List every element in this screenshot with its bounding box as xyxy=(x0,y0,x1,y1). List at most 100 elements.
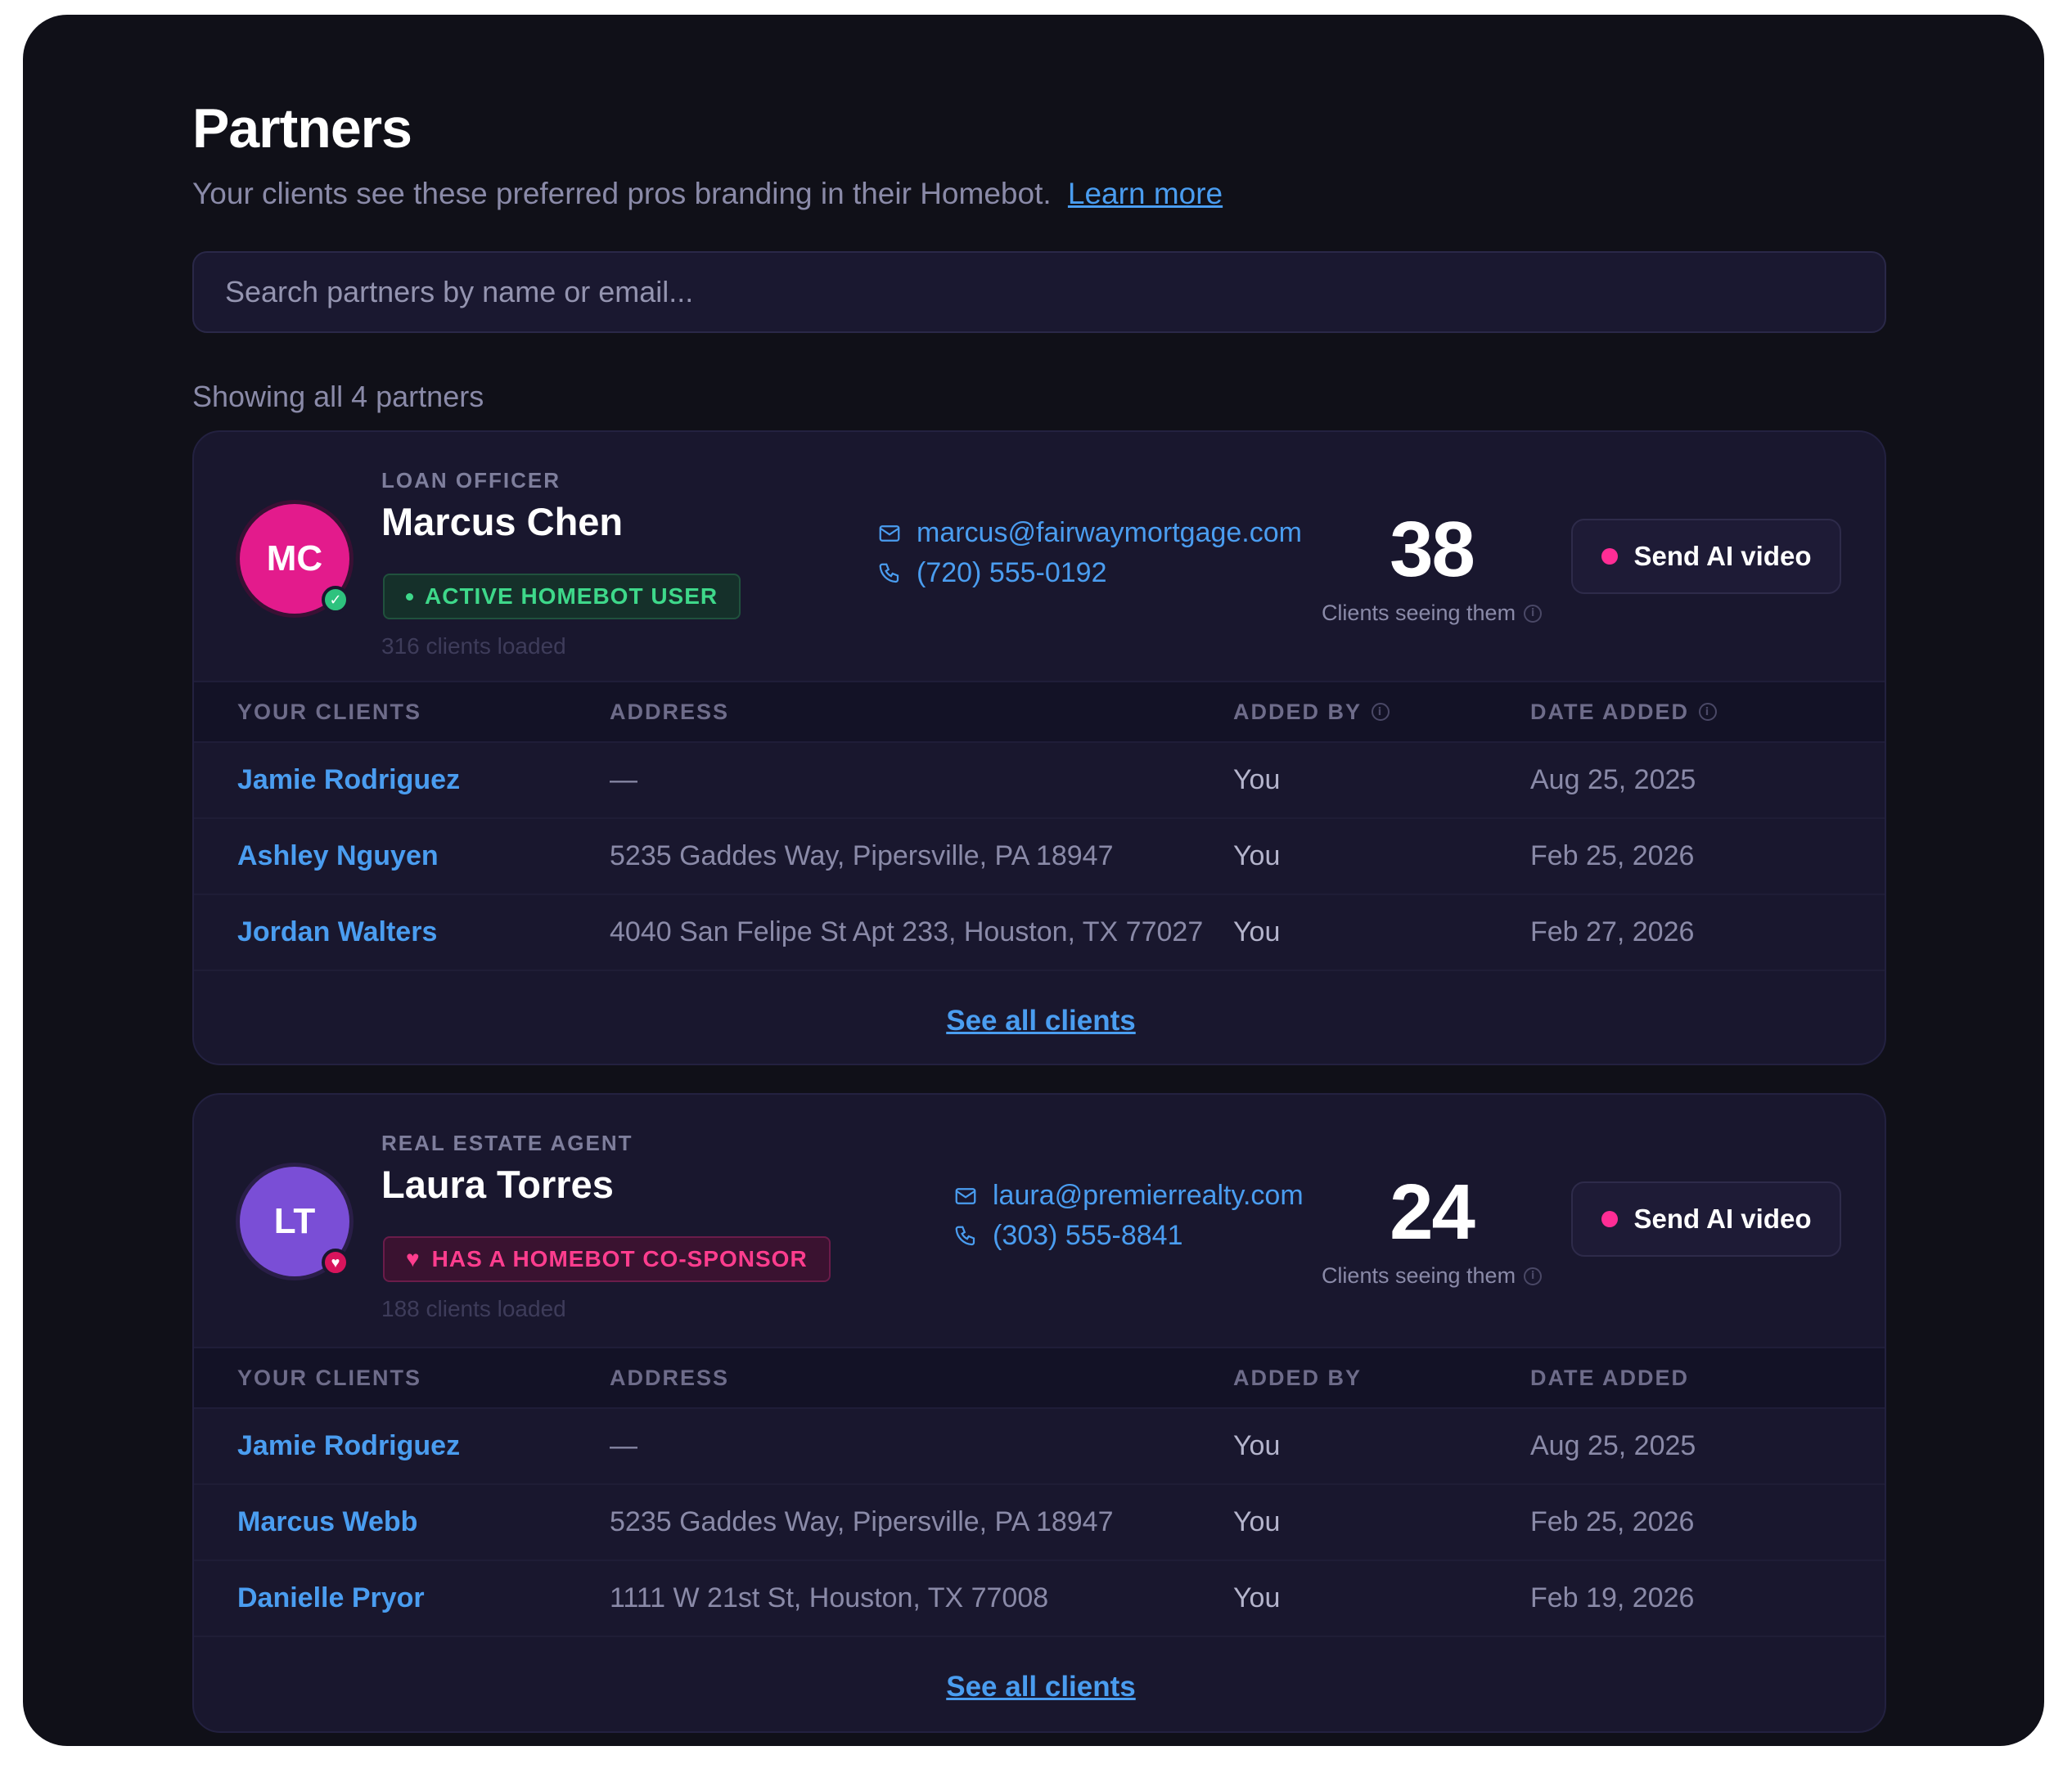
client-name-link[interactable]: Jamie Rodriguez xyxy=(237,743,460,817)
client-address: — xyxy=(610,1430,637,1461)
column-header-added-by: ADDED BY xyxy=(1233,1365,1363,1390)
clients-seeing-label-text: Clients seeing them xyxy=(1321,1263,1516,1288)
client-added-by: You xyxy=(1233,1430,1281,1461)
added-by-label: ADDED BY xyxy=(1233,699,1363,724)
client-date-added: Feb 25, 2026 xyxy=(1530,1506,1695,1537)
partner-card: LT ♥ REAL ESTATE AGENT Laura Torres ♥ HA… xyxy=(192,1093,1886,1733)
client-name-link[interactable]: Marcus Webb xyxy=(237,1485,417,1559)
app-window: Partners Your clients see these preferre… xyxy=(23,15,2044,1746)
column-header-clients: YOUR CLIENTS xyxy=(237,699,422,724)
avatar-initials: MC xyxy=(266,538,323,578)
partner-count: Showing all 4 partners xyxy=(192,380,484,413)
mail-icon xyxy=(955,1187,976,1204)
client-added-by: You xyxy=(1233,840,1281,871)
search-box xyxy=(192,251,1886,333)
client-address: 4040 San Felipe St Apt 233, Houston, TX … xyxy=(610,916,1204,947)
partner-card: MC ✓ LOAN OFFICER Marcus Chen ACTIVE HOM… xyxy=(192,430,1886,1065)
status-dot-icon xyxy=(406,592,413,601)
client-name-link[interactable]: Ashley Nguyen xyxy=(237,819,439,893)
contact-info: marcus@fairwaymortgage.com (720) 555-019… xyxy=(877,517,1302,589)
page-title: Partners xyxy=(192,97,412,160)
status-badge: ♥ HAS A HOMEBOT CO-SPONSOR xyxy=(383,1236,831,1282)
clients-loaded: 316 clients loaded xyxy=(381,633,566,659)
see-all-clients-link[interactable]: See all clients xyxy=(194,1671,1885,1703)
info-icon[interactable]: i xyxy=(1699,703,1717,721)
table-row: Jordan Walters 4040 San Felipe St Apt 23… xyxy=(194,895,1885,971)
table-row: Ashley Nguyen 5235 Gaddes Way, Pipersvil… xyxy=(194,819,1885,895)
clients-seeing-count: 24 xyxy=(1390,1168,1475,1256)
date-added-label: DATE ADDED xyxy=(1530,699,1689,724)
clients-table-header: YOUR CLIENTS ADDRESS ADDED BY i DATE ADD… xyxy=(194,681,1885,743)
table-row: Jamie Rodriguez — You Aug 25, 2025 xyxy=(194,743,1885,819)
table-row: Marcus Webb 5235 Gaddes Way, Pipersville… xyxy=(194,1485,1885,1561)
client-date-added: Feb 25, 2026 xyxy=(1530,840,1695,871)
partner-role: LOAN OFFICER xyxy=(381,468,561,493)
email-link[interactable]: laura@premierrealty.com xyxy=(953,1180,1304,1212)
email-link[interactable]: marcus@fairwaymortgage.com xyxy=(877,517,1302,549)
client-date-added: Feb 27, 2026 xyxy=(1530,916,1695,947)
client-address: 5235 Gaddes Way, Pipersville, PA 18947 xyxy=(610,1506,1114,1537)
clients-seeing-stat: 38 Clients seeing them i xyxy=(1307,511,1556,626)
table-row: Jamie Rodriguez — You Aug 25, 2025 xyxy=(194,1409,1885,1485)
status-badge: ACTIVE HOMEBOT USER xyxy=(383,574,741,619)
check-icon: ✓ xyxy=(322,586,349,614)
client-added-by: You xyxy=(1233,1582,1281,1613)
email-text: marcus@fairwaymortgage.com xyxy=(917,517,1302,548)
clients-table-header: YOUR CLIENTS ADDRESS ADDED BY DATE ADDED xyxy=(194,1347,1885,1409)
client-date-added: Feb 19, 2026 xyxy=(1530,1582,1695,1613)
subtitle-text: Your clients see these preferred pros br… xyxy=(192,177,1052,210)
table-row: Danielle Pryor 1111 W 21st St, Houston, … xyxy=(194,1561,1885,1637)
column-header-address: ADDRESS xyxy=(610,1365,730,1390)
partner-name: Marcus Chen xyxy=(381,500,624,543)
client-added-by: You xyxy=(1233,764,1281,795)
column-header-address: ADDRESS xyxy=(610,699,730,724)
client-date-added: Aug 25, 2025 xyxy=(1530,1430,1696,1461)
mail-icon xyxy=(879,524,900,542)
contact-info: laura@premierrealty.com (303) 555-8841 xyxy=(953,1180,1304,1252)
clients-seeing-label: Clients seeing them i xyxy=(1307,1263,1556,1289)
send-ai-video-button[interactable]: Send AI video xyxy=(1571,1181,1841,1257)
avatar: LT ♥ xyxy=(240,1167,349,1276)
partner-role: REAL ESTATE AGENT xyxy=(381,1131,633,1155)
client-added-by: You xyxy=(1233,1506,1281,1537)
client-name-link[interactable]: Danielle Pryor xyxy=(237,1561,425,1636)
column-header-date-added: DATE ADDED i xyxy=(1530,682,1717,741)
learn-more-link[interactable]: Learn more xyxy=(1068,177,1223,210)
phone-link[interactable]: (720) 555-0192 xyxy=(877,557,1302,589)
column-header-date-added: DATE ADDED xyxy=(1530,1365,1689,1390)
client-address: 5235 Gaddes Way, Pipersville, PA 18947 xyxy=(610,840,1114,871)
phone-icon xyxy=(955,1226,975,1245)
send-ai-video-label: Send AI video xyxy=(1633,1204,1812,1234)
client-name-link[interactable]: Jordan Walters xyxy=(237,895,437,970)
search-input[interactable] xyxy=(194,253,1885,331)
record-dot-icon xyxy=(1601,548,1618,565)
client-name-link[interactable]: Jamie Rodriguez xyxy=(237,1409,460,1483)
avatar: MC ✓ xyxy=(240,504,349,614)
info-icon[interactable]: i xyxy=(1524,604,1543,623)
send-ai-video-button[interactable]: Send AI video xyxy=(1571,519,1841,594)
heart-icon: ♥ xyxy=(322,1249,349,1276)
send-ai-video-label: Send AI video xyxy=(1633,541,1812,571)
phone-text: (720) 555-0192 xyxy=(917,557,1107,588)
status-badge-label: ACTIVE HOMEBOT USER xyxy=(425,583,718,609)
column-header-clients: YOUR CLIENTS xyxy=(237,1365,422,1390)
client-date-added: Aug 25, 2025 xyxy=(1530,764,1696,795)
page-subtitle: Your clients see these preferred pros br… xyxy=(192,177,1223,211)
see-all-clients-link[interactable]: See all clients xyxy=(194,1005,1885,1037)
heart-icon: ♥ xyxy=(406,1246,421,1271)
clients-loaded: 188 clients loaded xyxy=(381,1296,566,1321)
clients-seeing-count: 38 xyxy=(1390,506,1475,593)
phone-text: (303) 555-8841 xyxy=(993,1220,1183,1251)
info-icon[interactable]: i xyxy=(1524,1267,1543,1285)
email-text: laura@premierrealty.com xyxy=(993,1180,1304,1211)
client-added-by: You xyxy=(1233,916,1281,947)
clients-seeing-label: Clients seeing them i xyxy=(1307,601,1556,626)
phone-icon xyxy=(879,563,899,583)
column-header-added-by: ADDED BY i xyxy=(1233,682,1390,741)
client-address: — xyxy=(610,764,637,795)
phone-link[interactable]: (303) 555-8841 xyxy=(953,1220,1304,1252)
client-address: 1111 W 21st St, Houston, TX 77008 xyxy=(610,1582,1049,1613)
avatar-initials: LT xyxy=(273,1201,316,1241)
clients-seeing-label-text: Clients seeing them xyxy=(1321,601,1516,625)
info-icon[interactable]: i xyxy=(1372,703,1390,721)
